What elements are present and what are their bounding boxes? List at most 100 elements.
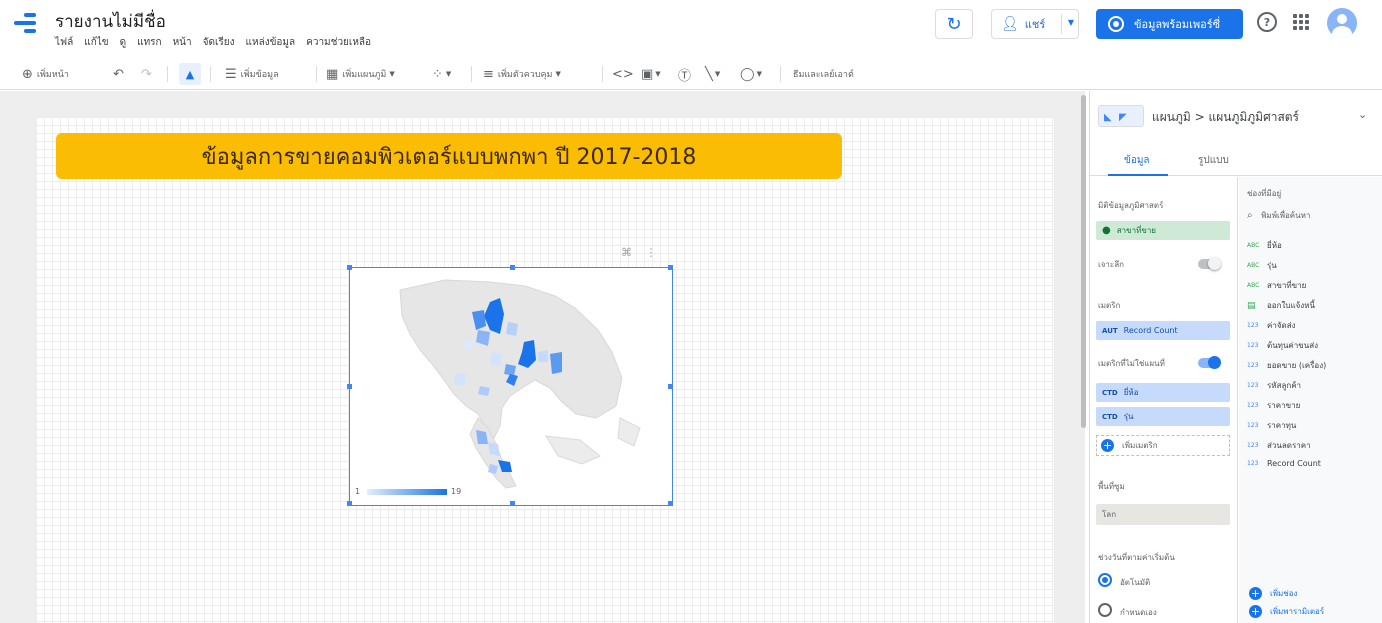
resize-handle[interactable] [668,501,673,506]
community-viz-button[interactable]: ⁘ ▼ [432,58,451,90]
eye-icon [1108,16,1124,32]
field-item[interactable]: 123 ยอดขาย (เครื่อง) [1247,359,1326,372]
field-item[interactable]: 123 Record Count [1247,459,1321,468]
share-button[interactable]: 👤︎ แชร์ ▼ [991,9,1079,39]
field-search-placeholder: พิมพ์เพื่อค้นหา [1261,211,1311,220]
menu-arrange[interactable]: จัดเรียง [203,35,235,50]
line-button[interactable]: ╲ ▼ [705,58,720,90]
tab-data[interactable]: ข้อมูล [1124,153,1150,168]
geo-dimension-label: มิติข้อมูลภูมิศาสตร์ [1098,201,1164,210]
field-label: ค่าจัดส่ง [1267,321,1296,330]
chevron-down-icon[interactable]: ▼ [1068,18,1074,27]
app-header: รายงานไม่มีชื่อ ไฟล์ แก้ไข ดู แทรก หน้า … [0,0,1382,58]
data-setup-column: มิติข้อมูลภูมิศาสตร์ ● สาขาที่ขาย เจาะลึ… [1090,177,1238,623]
add-parameter-button[interactable]: + เพิ่มพารามิเตอร์ [1245,605,1324,618]
field-type-tag: ABC [1247,282,1260,289]
apps-grid-icon[interactable] [1293,14,1309,30]
resize-handle[interactable] [668,384,673,389]
field-item[interactable]: 123 ต้นทุนค่าขนส่ง [1247,339,1318,352]
shape-button[interactable]: ◯ ▼ [740,58,762,90]
field-label: ยอดขาย (เครื่อง) [1267,361,1327,370]
metric-value: Record Count [1123,326,1178,335]
chevron-down-icon: ▼ [555,70,561,78]
resize-handle[interactable] [510,265,515,270]
menu-page[interactable]: หน้า [173,35,192,50]
date-custom-radio[interactable] [1098,603,1112,617]
tab-style[interactable]: รูปแบบ [1198,153,1229,168]
geo-dimension-chip[interactable]: ● สาขาที่ขาย [1096,221,1230,240]
data-studio-logo-icon[interactable] [14,13,36,39]
add-metric-button[interactable]: + เพิ่มเมตริก [1096,435,1230,456]
report-banner-title[interactable]: ข้อมูลการขายคอมพิวเตอร์แบบพกพา ปี 2017-2… [56,133,842,179]
resize-handle[interactable] [347,265,352,270]
menu-file[interactable]: ไฟล์ [55,35,73,50]
region-fill [538,350,548,362]
menu-resource[interactable]: แหล่งข้อมูล [246,35,296,50]
add-control-button[interactable]: ≡ เพิ่มตัวควบคุม ▼ [483,58,561,90]
image-button[interactable]: ▣ ▼ [641,58,661,90]
field-item[interactable]: 123 ส่วนลดราคา [1247,439,1311,452]
chart-type-selector[interactable]: ◣ ◤ แผนภูมิ > แผนภูมิภูมิศาสตร์ ⌄ [1090,91,1382,143]
filter-control-icon: ≡ [483,66,494,82]
resize-handle[interactable] [347,384,352,389]
report-title[interactable]: รายงานไม่มีชื่อ [55,8,166,35]
metric-tag: CTD [1102,388,1118,397]
zoom-area-select[interactable]: โลก [1096,504,1230,525]
field-item[interactable]: ABC ยี่ห้อ [1247,239,1282,252]
field-item[interactable]: 123 ราคาขาย [1247,399,1300,412]
chart-style-icon[interactable]: ⌘ [621,246,632,259]
undo-button[interactable]: ↶ [113,58,124,90]
resize-handle[interactable] [510,501,515,506]
field-label: ราคาทุน [1267,421,1297,430]
select-tool-button[interactable]: ▲ [179,63,201,85]
field-label: ส่วนลดราคา [1267,441,1311,450]
redo-button[interactable]: ↷ [141,58,152,90]
menu-edit[interactable]: แก้ไข [84,35,108,50]
field-item[interactable]: ABC สาขาที่ขาย [1247,279,1306,292]
more-vert-icon[interactable]: ⋮ [646,246,657,259]
add-chart-button[interactable]: ▦ เพิ่มแผนภูมิ ▼ [326,58,395,90]
account-avatar[interactable] [1327,8,1357,38]
drilldown-toggle[interactable] [1198,257,1221,270]
view-button[interactable]: ข้อมูลพร้อมเพอร์ซี่ [1096,9,1243,39]
extra-metric-chip[interactable]: CTD รุ่น [1096,407,1230,426]
menu-insert[interactable]: แทรก [137,35,161,50]
tooltip-metric-toggle[interactable] [1198,356,1221,369]
menu-view[interactable]: ดู [120,35,127,50]
extra-metric-chip[interactable]: CTD ยี่ห้อ [1096,383,1230,402]
menu-help[interactable]: ความช่วยเหลือ [306,35,371,50]
add-control-label: เพิ่มตัวควบคุม [497,70,553,80]
field-type-tag: 123 [1247,422,1259,429]
region-fill [550,352,562,374]
panel-tabs: ข้อมูล รูปแบบ [1090,144,1382,176]
active-tab-indicator [1108,174,1168,176]
field-search-input[interactable]: ⌕ พิมพ์เพื่อค้นหา [1247,209,1310,222]
view-label: ข้อมูลพร้อมเพอร์ซี่ [1134,18,1221,31]
report-page[interactable]: ข้อมูลการขายคอมพิวเตอร์แบบพกพา ปี 2017-2… [36,117,1054,623]
field-item[interactable]: 123 ราคาทุน [1247,419,1296,432]
date-auto-radio[interactable] [1098,573,1112,587]
field-type-tag: 123 [1247,402,1259,409]
theme-layout-button[interactable]: ธีมและเลย์เอาต์ [793,58,854,90]
add-field-button[interactable]: + เพิ่มช่อง [1245,587,1297,600]
text-box-icon: Ⓣ [678,68,692,84]
canvas-scrollbar[interactable] [1081,95,1086,428]
field-item[interactable]: ABC รุ่น [1247,259,1277,272]
refresh-icon: ↻ [946,13,962,35]
field-item[interactable]: 123 ค่าจัดส่ง [1247,319,1296,332]
share-label: แชร์ [1024,18,1046,31]
geo-chart[interactable]: 1 19 [347,265,673,506]
add-data-button[interactable]: ☰ เพิ่มข้อมูล [225,58,279,90]
chevron-down-icon[interactable]: ⌄ [1358,108,1367,121]
help-icon[interactable]: ? [1257,12,1277,32]
metric-chip[interactable]: AUT Record Count [1096,321,1230,340]
add-page-button[interactable]: ⊕ เพิ่มหน้า [22,58,69,90]
field-item[interactable]: 123 รหัสลูกค้า [1247,379,1301,392]
embed-url-button[interactable]: <> [612,58,634,90]
resize-handle[interactable] [668,265,673,270]
add-icon: + [1249,587,1262,600]
text-button[interactable]: Ⓣ [678,58,691,90]
refresh-button[interactable]: ↻ [935,9,973,39]
resize-handle[interactable] [347,501,352,506]
field-item[interactable]: ▤ ออกใบแจ้งหนี้ [1247,299,1315,312]
